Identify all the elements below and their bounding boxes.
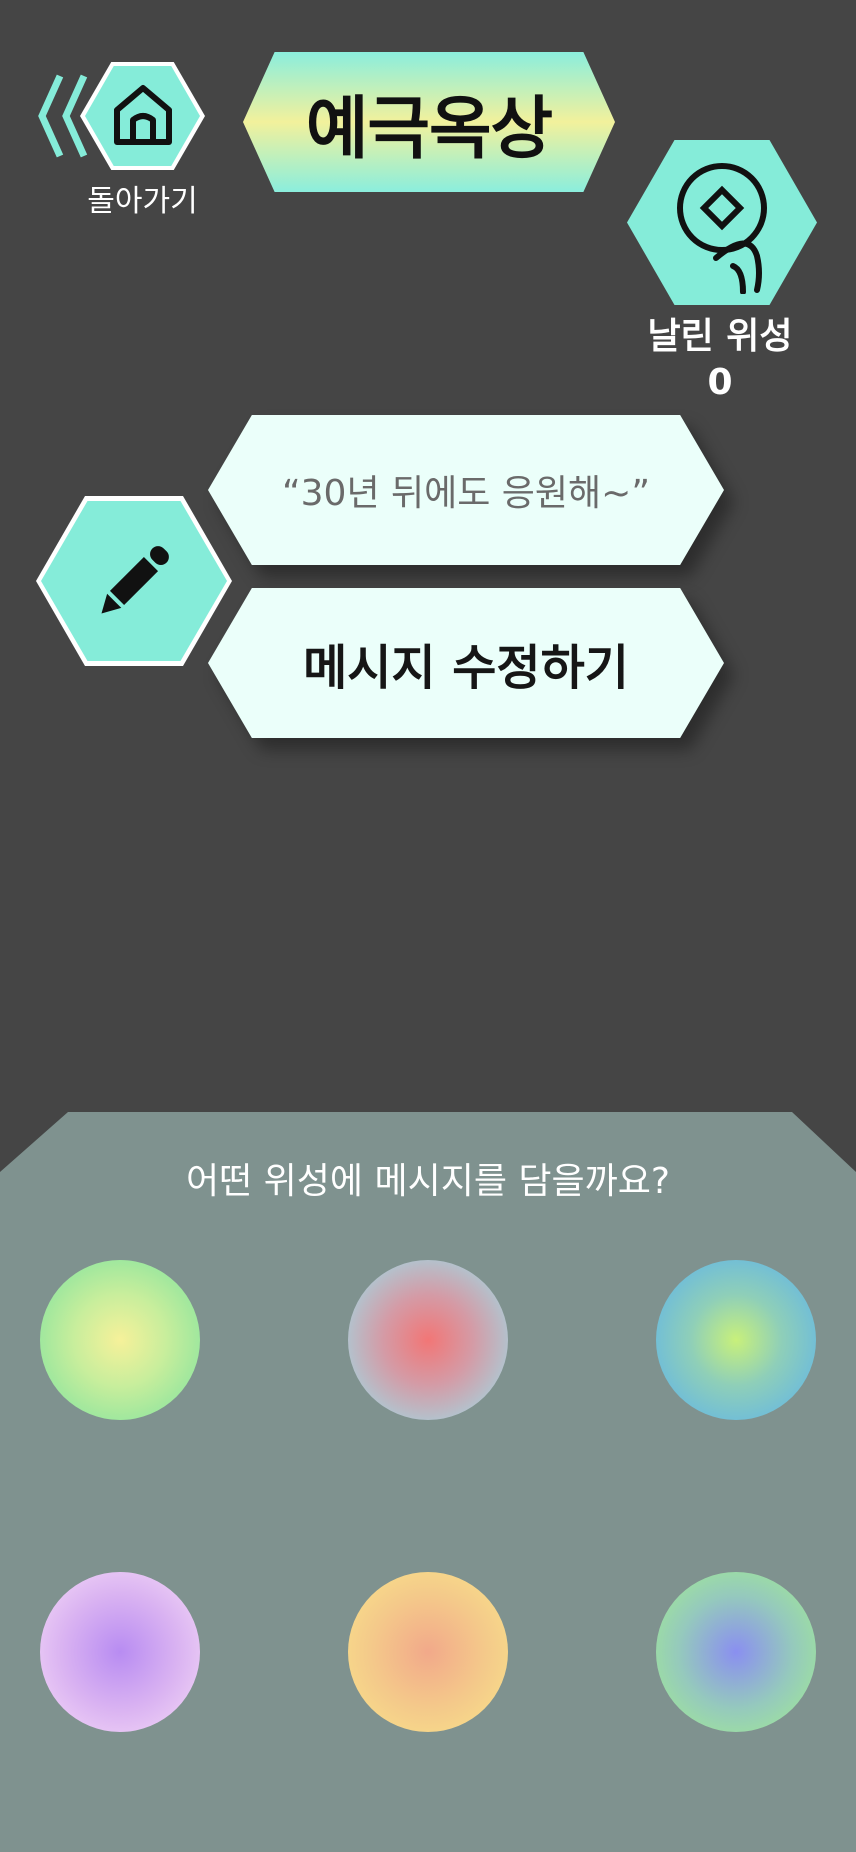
- page-title: 예극옥상: [305, 89, 553, 169]
- satellite-counter-label: 날린 위성: [647, 316, 793, 357]
- satellite-orb-blue-green[interactable]: [656, 1572, 816, 1732]
- back-label[interactable]: 돌아가기: [80, 176, 205, 220]
- satellite-orb-lime-blue[interactable]: [656, 1260, 816, 1420]
- satellite-counter-value: 0: [707, 362, 733, 403]
- satellite-orb-orange-yellow[interactable]: [348, 1572, 508, 1732]
- satellite-orb-purple-pink[interactable]: [40, 1572, 200, 1732]
- message-preview-text: “30년 뒤에도 응원해~”: [281, 473, 650, 514]
- pencil-icon: [101, 546, 169, 614]
- satellite-orb-yellow-green[interactable]: [40, 1260, 200, 1420]
- chooser-prompt: 어떤 위성에 메시지를 담을까요?: [186, 1161, 670, 1202]
- satellite-icon: [677, 163, 767, 294]
- satellite-chooser-panel: [0, 1112, 856, 1852]
- home-icon: [114, 85, 172, 145]
- edit-message-label[interactable]: 메시지 수정하기: [208, 588, 724, 738]
- satellite-orb-red-cyan[interactable]: [348, 1260, 508, 1420]
